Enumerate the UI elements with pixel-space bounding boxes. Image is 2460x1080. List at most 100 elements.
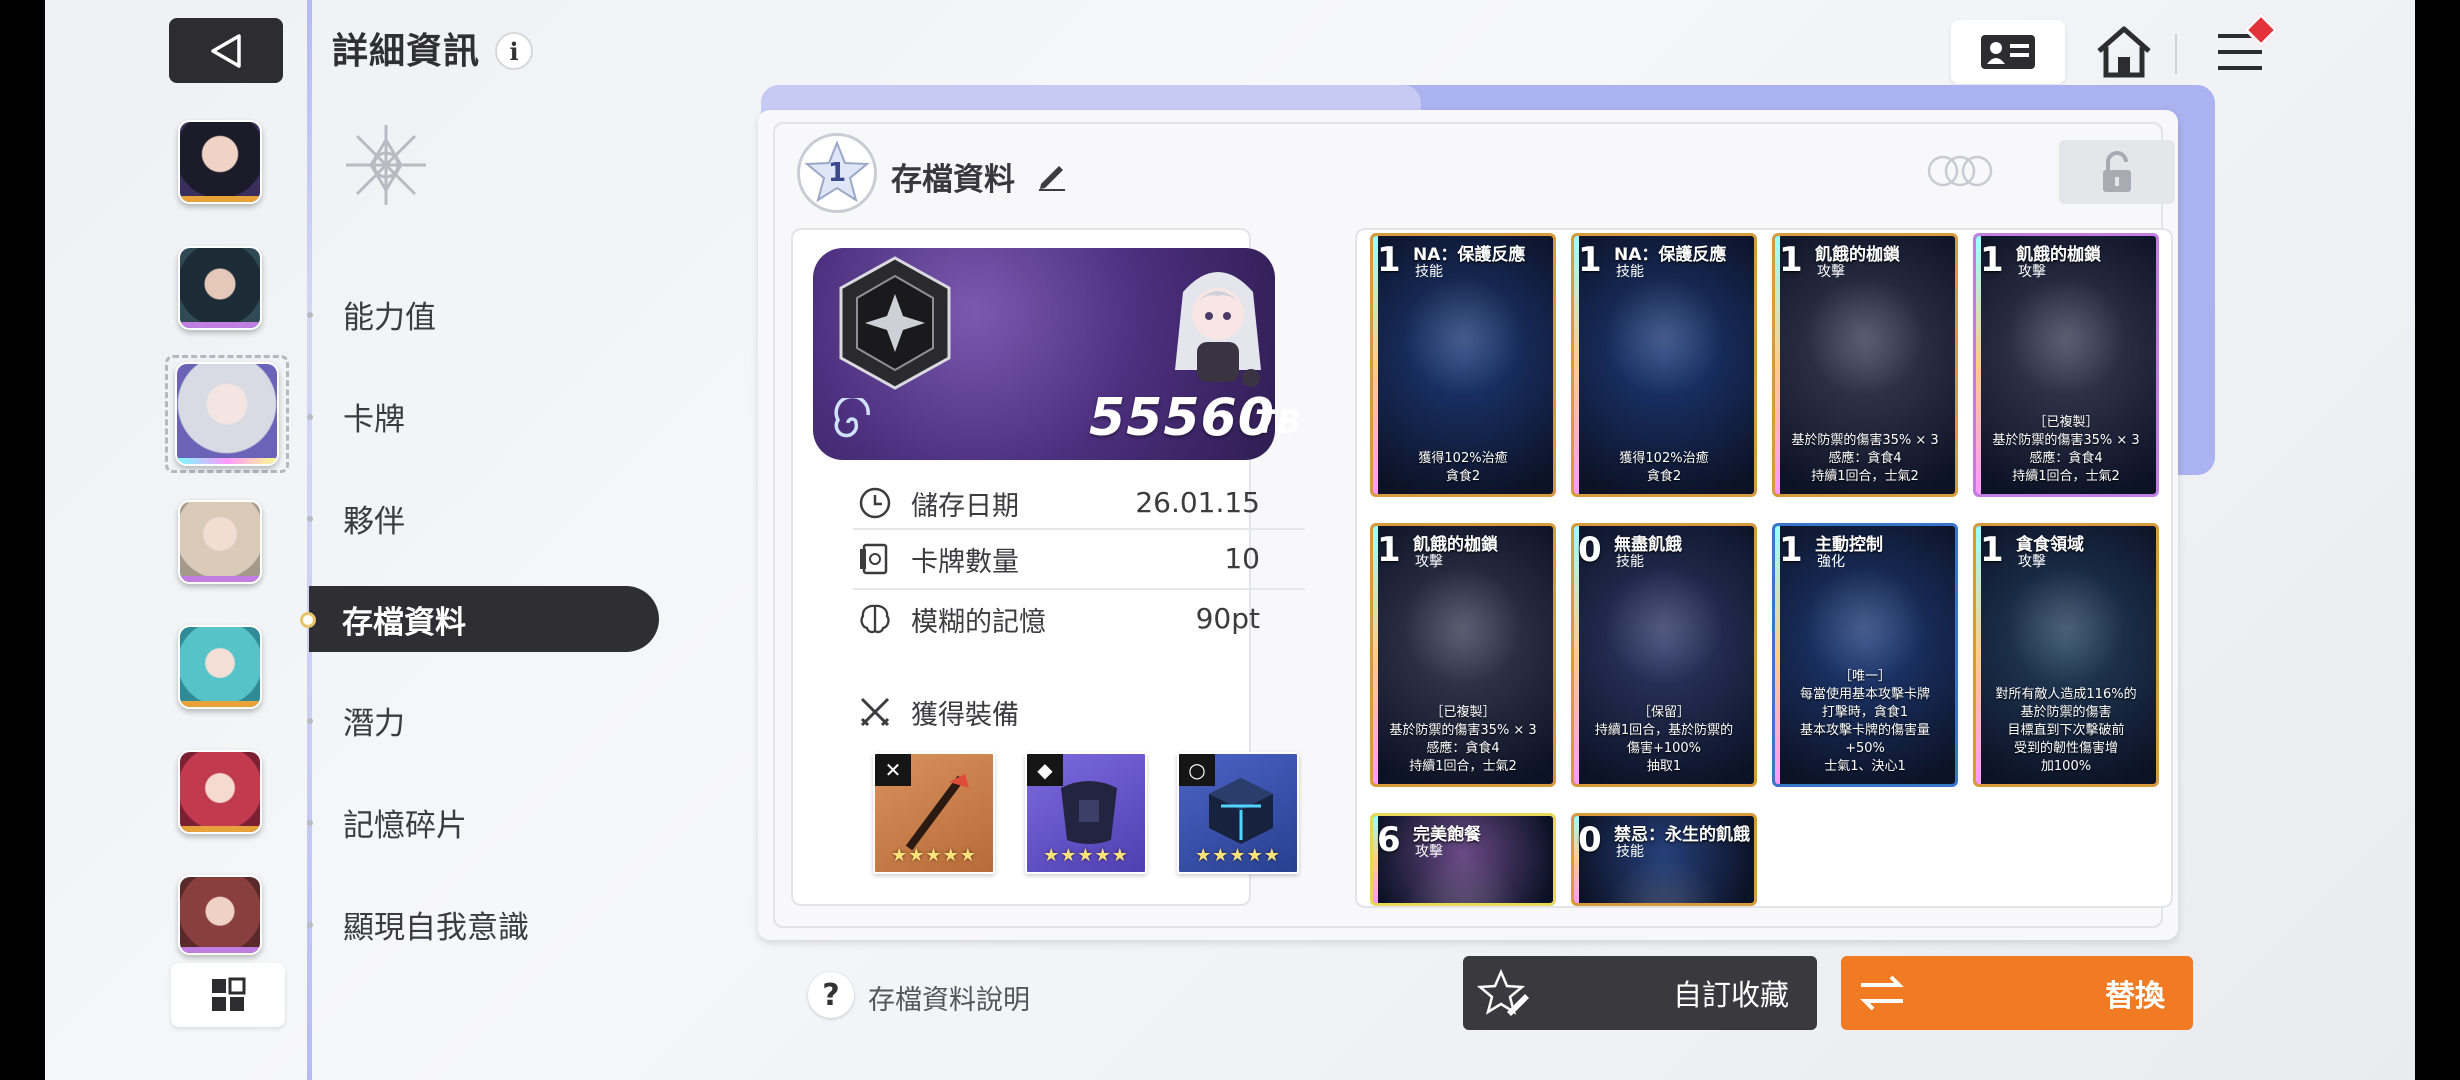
save-score: 55560	[1089, 388, 1275, 448]
character-grid-button[interactable]	[171, 963, 285, 1027]
skill-card[interactable]: 1 NA：保護反應 技能 獲得102%治癒 貪食2	[1571, 233, 1757, 497]
character-avatar[interactable]	[178, 500, 262, 584]
card-art	[1604, 566, 1724, 686]
row-divider	[853, 528, 1305, 530]
card-art	[1604, 276, 1724, 396]
profile-card-button[interactable]	[1951, 20, 2065, 84]
skill-card[interactable]: 1 主動控制 強化 ［唯一］ 每當使用基本攻擊卡牌 打擊時，貪食1 基本攻擊卡牌的傷害…	[1772, 523, 1958, 787]
card-type: 強化	[1817, 554, 1845, 570]
clock-icon	[859, 487, 891, 519]
screen: 詳細資訊 i 能力值 卡牌 夥伴 存檔資料 潛力 記憶碎片 顯現自我意識 1 存…	[45, 0, 2415, 1080]
nav-item-save-data[interactable]: 存檔資料	[309, 586, 659, 652]
character-column-divider	[307, 0, 312, 1080]
save-slot-badge: 1	[797, 133, 877, 213]
skill-card[interactable]: 0 無盡飢餓 技能 ［保留］ 持續1回合，基於防禦的 傷害+100% 抽取1	[1571, 523, 1757, 787]
character-avatar[interactable]	[178, 625, 262, 709]
equipment-item[interactable]: ◆ ★★★★★	[1025, 752, 1147, 874]
row-value-save-date: 26.01.15	[1135, 486, 1260, 519]
card-description: 對所有敵人造成116%的 基於防禦的傷害 目標直到下次擊破前 受到的韌性傷害增 …	[1995, 687, 2137, 774]
armor-image	[1061, 781, 1117, 844]
card-description: ［唯一］ 每當使用基本攻擊卡牌 打擊時，貪食1 基本攻擊卡牌的傷害量 +50% …	[1799, 669, 1930, 774]
info-icon[interactable]: i	[495, 32, 533, 70]
card-cost: 0	[1578, 820, 1602, 860]
character-avatar-selected[interactable]	[175, 362, 279, 466]
card-art	[1805, 276, 1925, 396]
card-description: 獲得102%治癒 貪食2	[1619, 451, 1709, 484]
character-avatar[interactable]	[178, 120, 262, 204]
nav-item-stats[interactable]: 能力值	[343, 282, 436, 346]
home-icon	[2097, 26, 2151, 78]
lock-button[interactable]	[2059, 140, 2175, 204]
replace-button[interactable]: 替換	[1841, 956, 2193, 1030]
card-cost: 1	[1779, 240, 1803, 280]
home-button[interactable]	[2089, 22, 2159, 82]
help-icon[interactable]: ?	[808, 972, 854, 1018]
custom-collection-label: 自訂收藏	[1672, 978, 1789, 1012]
card-cost: 1	[1377, 240, 1401, 280]
card-cost: 1	[1578, 240, 1602, 280]
row-value-card-count: 10	[1224, 542, 1260, 575]
card-description: ［已複製］ 基於防禦的傷害35% × 3 感應：貪食4 持續1回合，士氣2	[1389, 705, 1537, 774]
edit-pencil-icon[interactable]	[1035, 158, 1069, 192]
skill-card[interactable]: 1 飢餓的枷鎖 攻擊 基於防禦的傷害35% × 3 感應：貪食4 持續1回合，士氣2	[1772, 233, 1958, 497]
card-type: 技能	[1616, 554, 1644, 570]
card-art	[2006, 276, 2126, 396]
nav-item-memory-fragments[interactable]: 記憶碎片	[343, 790, 467, 854]
decorative-rings-icon	[1927, 155, 1993, 187]
skill-card[interactable]: 0 禁忌：永生的飢餓 技能	[1571, 813, 1757, 906]
nav-bullet	[307, 718, 313, 724]
help-link[interactable]: 存檔資料說明	[868, 978, 1030, 1017]
card-description: ［已複製］ 基於防禦的傷害35% × 3 感應：貪食4 持續1回合，士氣2	[1992, 415, 2140, 484]
card-cost: 1	[1779, 530, 1803, 570]
grid-icon	[212, 977, 246, 1011]
skill-card[interactable]: 6 完美飽餐 攻擊	[1370, 813, 1556, 906]
nav-active-indicator	[300, 612, 316, 628]
card-type: 技能	[1616, 844, 1644, 860]
card-type: 攻擊	[2018, 264, 2046, 280]
back-button[interactable]	[169, 18, 283, 83]
save-slot-number: 1	[827, 158, 847, 188]
card-type: 技能	[1415, 264, 1443, 280]
card-art	[1403, 566, 1523, 686]
equipment-item[interactable]: ✕ ★★★★★	[873, 752, 995, 874]
nav-bullet	[307, 312, 313, 318]
card-description: 獲得102%治癒 貪食2	[1418, 451, 1508, 484]
save-score-unit: TB	[1255, 403, 1302, 441]
row-divider	[853, 588, 1305, 590]
rank-emblem-icon	[839, 256, 951, 390]
skill-card[interactable]: 1 飢餓的枷鎖 攻擊 ［已複製］ 基於防禦的傷害35% × 3 感應：貪食4 持續1回…	[1973, 233, 2159, 497]
brain-icon	[860, 604, 890, 634]
header-divider	[2175, 34, 2177, 74]
character-avatar[interactable]	[178, 750, 262, 834]
card-description: ［保留］ 持續1回合，基於防禦的 傷害+100% 抽取1	[1594, 705, 1734, 774]
skill-card[interactable]: 1 貪食領域 攻擊 對所有敵人造成116%的 基於防禦的傷害 目標直到下次擊破前 受到…	[1973, 523, 2159, 787]
card-count-icon	[860, 543, 888, 575]
card-art	[2006, 566, 2126, 686]
card-cost: 0	[1578, 530, 1602, 570]
nav-item-cards[interactable]: 卡牌	[343, 384, 405, 448]
card-type: 攻擊	[2018, 554, 2046, 570]
card-type: 攻擊	[1415, 554, 1443, 570]
equipment-title: 獲得裝備	[911, 700, 1019, 731]
nav-item-partners[interactable]: 夥伴	[343, 486, 405, 550]
custom-collection-button[interactable]: 自訂收藏	[1463, 956, 1817, 1030]
replace-label: 替換	[2105, 979, 2165, 1014]
crossed-swords-icon	[860, 697, 890, 727]
back-arrow-icon	[211, 33, 241, 68]
character-chibi-image	[1175, 272, 1261, 387]
skill-card[interactable]: 1 NA：保護反應 技能 獲得102%治癒 貪食2	[1370, 233, 1556, 497]
character-avatar[interactable]	[178, 246, 262, 330]
skill-card[interactable]: 1 飢餓的枷鎖 攻擊 ［已複製］ 基於防禦的傷害35% × 3 感應：貪食4 持續1回…	[1370, 523, 1556, 787]
nav-item-ego-manifestation[interactable]: 顯現自我意識	[343, 892, 529, 956]
weapon-image	[905, 774, 969, 851]
nav-bullet	[307, 820, 313, 826]
nav-bullet	[307, 922, 313, 928]
card-cost: 1	[1980, 530, 2004, 570]
character-avatar[interactable]	[178, 875, 262, 955]
card-art	[1403, 856, 1523, 903]
card-type: 攻擊	[1415, 844, 1443, 860]
ring-cube-image	[1209, 778, 1273, 844]
equipment-item[interactable]: ○ ★★★★★	[1177, 752, 1299, 874]
nav-item-potential[interactable]: 潛力	[343, 688, 405, 752]
card-description: 基於防禦的傷害35% × 3 感應：貪食4 持續1回合，士氣2	[1791, 433, 1939, 484]
